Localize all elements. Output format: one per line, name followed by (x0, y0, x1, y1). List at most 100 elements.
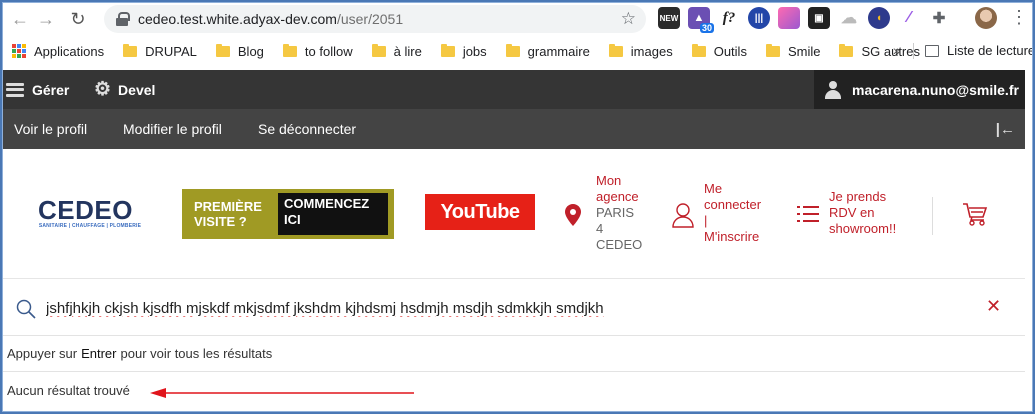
reload-icon[interactable]: ↻ (65, 6, 91, 32)
extensions-bar: NEW ▲ 30 f? ||| ▣ ☁ ◖ ⁄ ✚ (658, 7, 950, 33)
logo-wordmark: CEDEO (38, 195, 133, 225)
folder-icon (608, 43, 623, 57)
back-icon[interactable]: ← (7, 6, 33, 32)
bookmark-folder[interactable]: to follow (282, 43, 353, 59)
showroom-appointment-link[interactable]: Je prends RDV en showroom!! (829, 189, 896, 237)
apps-grid-icon (12, 44, 26, 58)
search-icon (16, 299, 36, 319)
reading-list-button[interactable]: Liste de lecture (925, 43, 1035, 58)
person-icon (672, 203, 694, 228)
bookmark-folder[interactable]: images (608, 43, 673, 59)
search-input[interactable] (46, 296, 946, 320)
reading-list-label: Liste de lecture (947, 43, 1035, 58)
profile-avatar[interactable] (975, 7, 997, 29)
search-hint: Appuyer sur Entrer pour voir tous les ré… (2, 336, 1025, 372)
login-line: connecter (704, 197, 762, 212)
search-bar: ✕ (2, 280, 1025, 336)
font-finder-icon[interactable]: f? (718, 7, 740, 29)
manage-menu[interactable]: Gérer (6, 70, 69, 109)
forward-icon[interactable]: → (33, 6, 59, 32)
youtube-button[interactable]: YouTube (425, 194, 535, 230)
folder-icon (371, 43, 386, 57)
bookmark-applications[interactable]: Applications (0, 44, 104, 59)
devel-menu[interactable]: ⚙ Devel (94, 70, 155, 109)
promo-question: PREMIÈRE VISITE ? (194, 199, 262, 229)
rdv-line: showroom!! (829, 221, 897, 236)
user-email: macarena.nuno@smile.fr (852, 81, 1019, 98)
folder-icon (839, 43, 854, 57)
bookmark-label: to follow (304, 43, 353, 59)
bookmarks-divider (913, 43, 914, 59)
bookmark-label: Outils (713, 43, 747, 59)
address-bar[interactable]: cedeo.test.white.adyax-dev.com/user/2051… (104, 5, 646, 33)
bookmark-folder[interactable]: jobs (440, 43, 487, 59)
promo-cta: COMMENCEZ ICI (278, 193, 388, 235)
graduation-cap-icon[interactable]: ▲ 30 (688, 7, 714, 33)
bookmarks-bar: Applications DRUPAL Blog to follow à lir… (0, 38, 1035, 64)
menu-kebab-icon[interactable]: ⋮ (1010, 8, 1028, 26)
url-path: /user/2051 (336, 11, 404, 27)
shield-icon[interactable]: ◖ (868, 7, 890, 29)
location-pin-icon (565, 204, 581, 226)
list-icon (797, 206, 819, 222)
bookmark-label: Smile (787, 43, 821, 59)
cedeo-logo[interactable]: CEDEO SANITAIRE | CHAUFFAGE | PLOMBERIE (38, 195, 142, 229)
bookmark-label: images (630, 43, 673, 59)
bookmark-folder[interactable]: Outils (691, 43, 747, 59)
gradient-icon[interactable] (778, 7, 800, 29)
folder-icon (765, 43, 780, 57)
folder-icon (215, 43, 230, 57)
gear-icon: ⚙ (94, 79, 112, 100)
hint-prefix: Appuyer sur (7, 346, 78, 361)
bookmark-folder[interactable]: SG autres (839, 43, 920, 59)
no-result-text: Aucun résultat trouvé (7, 382, 130, 398)
hamburger-icon (6, 82, 24, 97)
bookmark-folder[interactable]: Blog (215, 43, 264, 59)
bookmark-star-icon[interactable]: ☆ (621, 9, 636, 29)
clear-search-icon[interactable]: ✕ (986, 296, 1001, 317)
agency-line: CEDEO (596, 237, 643, 252)
cart-icon[interactable] (962, 201, 988, 227)
admin-toolbar: Gérer ⚙ Devel macarena.nuno@smile.fr (2, 70, 1025, 109)
devel-label: Devel (118, 81, 156, 98)
login-line: | (704, 213, 708, 228)
bookmark-folder[interactable]: grammaire (505, 43, 590, 59)
folder-icon (123, 43, 138, 57)
agency-line: PARIS (596, 205, 635, 220)
my-agency-link[interactable]: Mon agence PARIS 4 CEDEO (596, 173, 654, 253)
new-extension-icon[interactable]: NEW (658, 7, 680, 29)
bookmark-label: Blog (237, 43, 264, 59)
bookmark-label: jobs (462, 43, 487, 59)
folder-icon (440, 43, 455, 57)
more-bookmarks-button[interactable]: » (893, 42, 901, 58)
rdv-line: RDV en (829, 205, 875, 220)
folder-icon (505, 43, 520, 57)
user-icon (824, 80, 842, 99)
bookmark-label: grammaire (527, 43, 590, 59)
lock-icon (116, 12, 130, 26)
view-profile-link[interactable]: Voir le profil (14, 109, 87, 149)
hint-suffix: pour voir tous les résultats (120, 346, 273, 361)
bookmark-label: Applications (34, 43, 105, 59)
feather-icon[interactable]: ⁄ (898, 7, 920, 29)
logout-link[interactable]: Se déconnecter (258, 109, 356, 149)
login-line: Me (704, 181, 723, 196)
annotation-arrow (150, 388, 414, 398)
browser-toolbar: ← → ↻ cedeo.test.white.adyax-dev.com/use… (0, 0, 1035, 38)
header-divider (932, 197, 933, 235)
user-menu[interactable]: macarena.nuno@smile.fr (814, 70, 1025, 109)
cloud-icon[interactable]: ☁ (838, 7, 860, 29)
puzzle-icon[interactable]: ✚ (928, 7, 950, 29)
agency-title: Mon agence (596, 173, 639, 204)
barcode-icon[interactable]: ||| (748, 7, 770, 29)
first-visit-banner[interactable]: PREMIÈRE VISITE ? COMMENCEZ ICI (182, 189, 394, 239)
login-register-link[interactable]: Me connecter | M'inscrire (704, 181, 761, 245)
bookmark-folder[interactable]: Smile (765, 43, 821, 59)
edit-profile-link[interactable]: Modifier le profil (123, 109, 222, 149)
tray-orientation-icon[interactable]: |← (996, 121, 1015, 138)
bookmark-label: à lire (393, 43, 422, 59)
folder-icon (282, 43, 297, 57)
tab-icon[interactable]: ▣ (808, 7, 830, 29)
bookmark-folder[interactable]: à lire (371, 43, 422, 59)
bookmark-folder[interactable]: DRUPAL (123, 43, 197, 59)
